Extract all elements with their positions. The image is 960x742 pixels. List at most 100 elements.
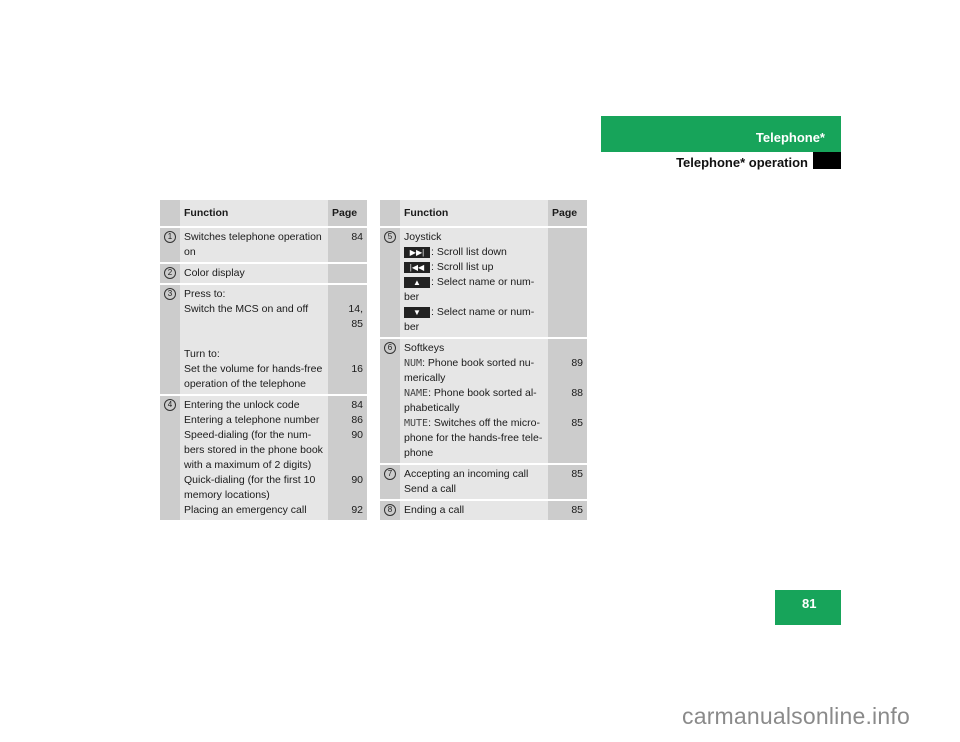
page-ref: 92 <box>351 504 363 516</box>
subsection-title: Telephone* operation <box>676 155 808 170</box>
page-ref: 84 <box>351 399 363 411</box>
function-text <box>184 332 324 347</box>
page-cell: 89 88 85 <box>548 338 587 465</box>
function-text: Switch the MCS on and off <box>184 303 309 315</box>
function-cell: Entering the unlock code Entering a telep… <box>180 395 328 522</box>
softkey-description: : Switches off the micro- <box>428 417 540 429</box>
function-text: Placing an emergency call <box>184 504 307 516</box>
key-description-cont: ber <box>404 321 420 333</box>
page-spacer <box>548 446 583 461</box>
function-text: Entering the unlock code <box>184 399 300 411</box>
callout-cell: 7 <box>380 464 400 501</box>
function-title: Joystick <box>404 231 442 243</box>
key-line: ▲: Select name or num- <box>404 275 544 290</box>
softkey-label: NUM <box>404 358 423 369</box>
function-text <box>184 317 324 332</box>
softkey-label: NAME <box>404 388 429 399</box>
page-ref: 85 <box>571 468 583 480</box>
page-spacer <box>548 371 583 386</box>
callout-cell: 8 <box>380 500 400 522</box>
function-text: Send a call <box>404 483 456 495</box>
function-text: bers stored in the phone book <box>184 444 323 456</box>
table-row: 5 Joystick ▶▶|: Scroll list down |◀◀: Scrol… <box>380 227 587 339</box>
page-cell: 14, 85 16 <box>328 284 367 396</box>
key-line: |◀◀: Scroll list up <box>404 260 544 275</box>
callout-cell: 3 <box>160 284 180 396</box>
function-text: Ending a call <box>404 504 465 516</box>
function-text: Press to: <box>184 288 226 300</box>
page-spacer <box>548 341 583 356</box>
page-ref: 14, <box>348 303 363 315</box>
callout-cell: 4 <box>160 395 180 522</box>
function-text: Set the volume for hands-free <box>184 363 323 375</box>
softkey-description-cont: phone for the hands-free tele- <box>404 432 543 444</box>
callout-cell: 6 <box>380 338 400 465</box>
softkey-line: MUTE: Switches off the micro- <box>404 416 544 431</box>
function-header: Function <box>180 200 328 228</box>
key-description-cont: ber <box>404 291 420 303</box>
page-ref <box>328 488 363 503</box>
callout-number: 1 <box>164 231 176 243</box>
softkey-line: NAME: Phone book sorted al- <box>404 386 544 401</box>
page-ref <box>328 245 363 260</box>
page-cell <box>548 227 587 339</box>
softkey-description: : Phone book sorted nu- <box>422 357 535 369</box>
function-text: on <box>184 246 196 258</box>
function-cell: Color display <box>180 263 328 285</box>
table-row: 1 Switches telephone operation on 84 <box>160 227 367 264</box>
callout-number: 8 <box>384 504 396 516</box>
function-title: Softkeys <box>404 342 445 354</box>
page-header: Page <box>328 200 367 228</box>
page-cell: 84 86 90 90 92 <box>328 395 367 522</box>
table-row: 2 Color display <box>160 263 367 285</box>
function-cell: Press to: Switch the MCS on and off Turn t… <box>180 284 328 396</box>
page-ref: 89 <box>571 357 583 369</box>
num-header <box>160 200 180 228</box>
key-description: : Select name or num- <box>431 306 535 318</box>
page-ref: 85 <box>351 318 363 330</box>
page-spacer <box>548 401 583 416</box>
page-ref <box>328 458 363 473</box>
page-ref: 16 <box>351 363 363 375</box>
function-text: Speed-dialing (for the num- <box>184 429 312 441</box>
function-table-left: Function Page 1 Switches telephone operat… <box>160 200 367 522</box>
softkey-line: NUM: Phone book sorted nu- <box>404 356 544 371</box>
key-description: : Scroll list up <box>431 261 494 273</box>
function-text: operation of the telephone <box>184 378 307 390</box>
page-spacer <box>548 431 583 446</box>
function-cell: Joystick ▶▶|: Scroll list down |◀◀: Scroll… <box>400 227 548 339</box>
page-ref <box>328 443 363 458</box>
callout-cell: 1 <box>160 227 180 264</box>
page-cell <box>328 263 367 285</box>
page-ref <box>328 377 363 392</box>
function-text: Entering a telephone number <box>184 414 320 426</box>
callout-number: 6 <box>384 342 396 354</box>
callout-number: 5 <box>384 231 396 243</box>
page-ref <box>328 266 363 281</box>
table-row: 7 Accepting an incoming call Send a call 85 <box>380 464 587 501</box>
key-description: : Select name or num- <box>431 276 535 288</box>
page-header: Page <box>548 200 587 228</box>
page-ref: 90 <box>351 474 363 486</box>
function-cell: Ending a call <box>400 500 548 522</box>
section-title: Telephone* <box>755 130 825 145</box>
callout-number: 2 <box>164 267 176 279</box>
watermark: carmanualsonline.info <box>682 703 910 729</box>
page-ref: 88 <box>571 387 583 399</box>
page-ref <box>548 482 583 497</box>
page-cell: 85 <box>548 464 587 501</box>
skip-forward-icon: ▶▶| <box>404 246 430 258</box>
key-line: ▼: Select name or num- <box>404 305 544 320</box>
function-header: Function <box>400 200 548 228</box>
softkey-description-cont: phone <box>404 447 434 459</box>
softkey-label: MUTE <box>404 418 429 429</box>
subsection-marker <box>813 152 841 169</box>
function-cell: Accepting an incoming call Send a call <box>400 464 548 501</box>
section-header-bar: Telephone* <box>601 116 841 152</box>
key-description: : Scroll list down <box>431 246 507 258</box>
page-ref: 85 <box>571 417 583 429</box>
page-ref <box>328 347 363 362</box>
function-text: Turn to: <box>184 348 220 360</box>
num-header <box>380 200 400 228</box>
function-text: memory locations) <box>184 489 270 501</box>
